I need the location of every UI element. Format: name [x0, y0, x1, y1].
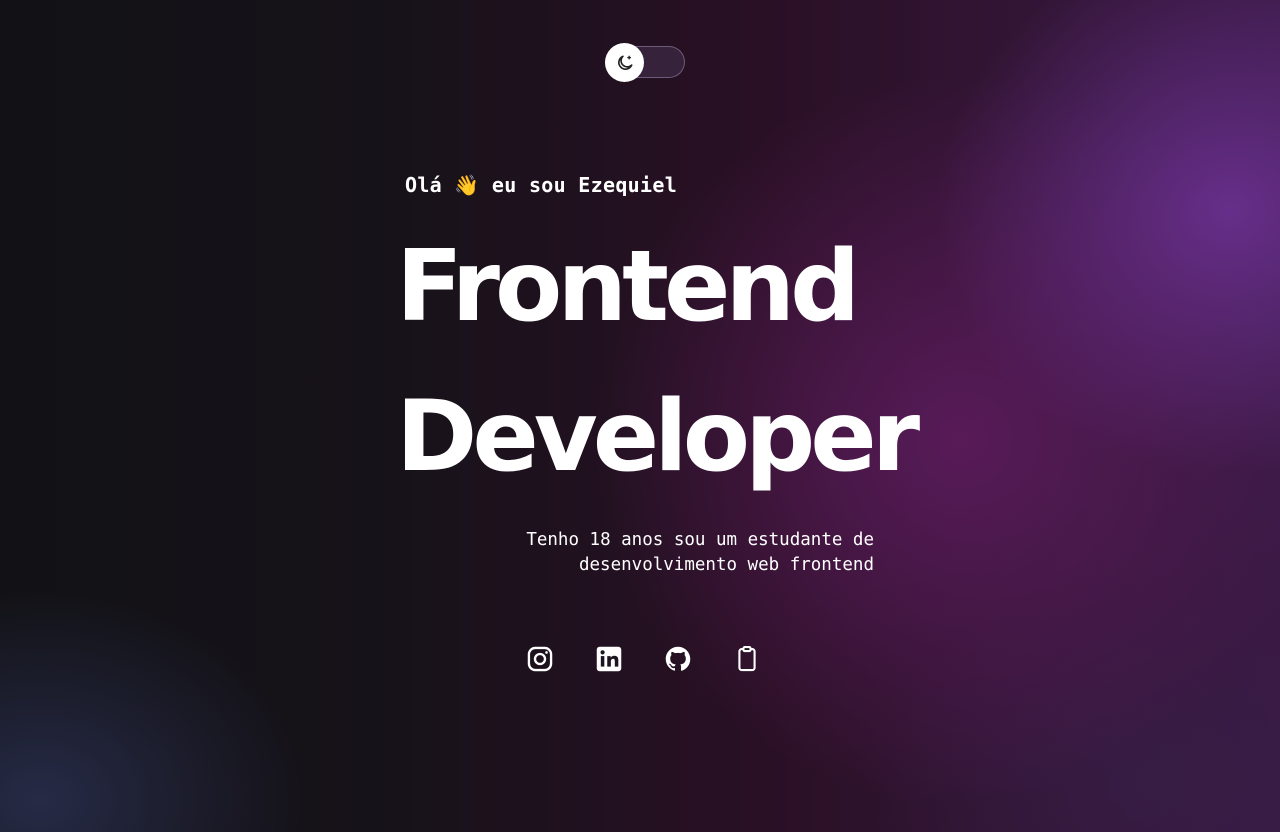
greeting: Olá 👋 eu sou Ezequiel [405, 173, 677, 197]
github-link[interactable] [662, 643, 694, 675]
linkedin-icon [596, 646, 622, 672]
greeting-prefix: Olá [405, 173, 443, 197]
linkedin-link[interactable] [593, 643, 625, 675]
instagram-icon [527, 646, 553, 672]
theme-toggle-knob[interactable] [605, 43, 644, 82]
social-links [524, 643, 763, 675]
greeting-name: eu sou Ezequiel [491, 173, 678, 197]
waving-hand-icon: 👋 [454, 173, 480, 197]
hero-bio: Tenho 18 anos sou um estudante de desenv… [470, 528, 874, 578]
moon-icon [617, 55, 632, 70]
instagram-link[interactable] [524, 643, 556, 675]
bio-line-1: Tenho 18 anos sou um estudante de [526, 530, 874, 550]
bio-line-2: desenvolvimento web frontend [578, 555, 874, 575]
clipboard-icon [738, 646, 756, 672]
theme-toggle[interactable] [605, 43, 685, 82]
github-icon [665, 646, 691, 671]
hero-title-line-1: Frontend [396, 230, 860, 344]
resume-link[interactable] [731, 643, 763, 675]
hero-title-line-2: Developer [396, 380, 920, 494]
